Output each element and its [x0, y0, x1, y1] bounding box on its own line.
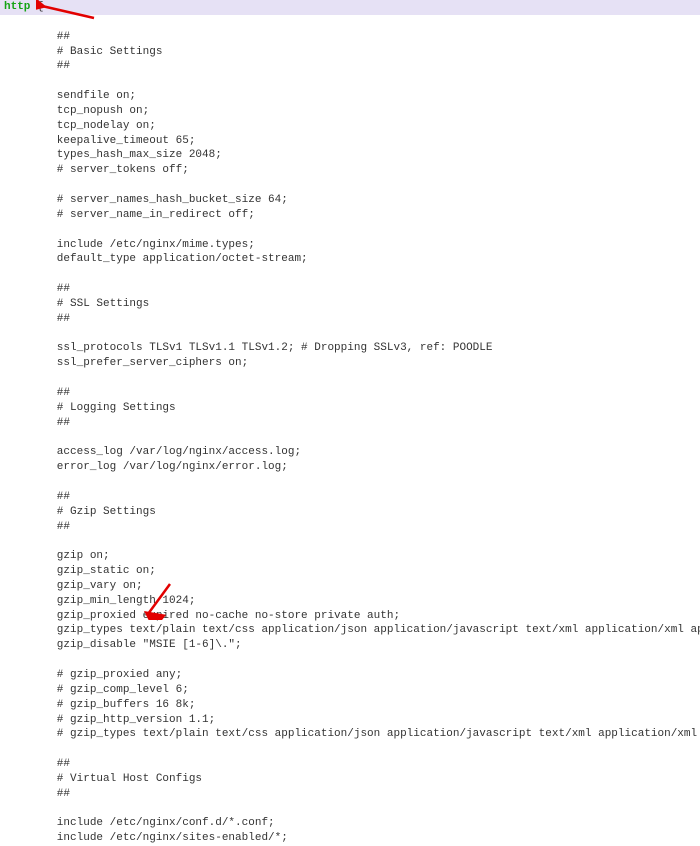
- code-line: # SSL Settings: [0, 297, 700, 312]
- code-line: ##: [0, 757, 700, 772]
- code-line: gzip_vary on;: [0, 579, 700, 594]
- code-line: default_type application/octet-stream;: [0, 252, 700, 267]
- code-line: ##: [0, 416, 700, 431]
- code-line: tcp_nopush on;: [0, 104, 700, 119]
- code-line: # gzip_http_version 1.1;: [0, 713, 700, 728]
- code-line: # server_tokens off;: [0, 163, 700, 178]
- code-line: [0, 742, 700, 757]
- code-line: # Virtual Host Configs: [0, 772, 700, 787]
- code-line: [0, 802, 700, 817]
- code-line: [0, 534, 700, 549]
- code-line: ##: [0, 282, 700, 297]
- code-line: ##: [0, 386, 700, 401]
- code-line: [0, 475, 700, 490]
- code-line: types_hash_max_size 2048;: [0, 148, 700, 163]
- code-line: gzip_static on;: [0, 564, 700, 579]
- code-line: gzip_types text/plain text/css applicati…: [0, 623, 700, 638]
- code-line: # gzip_comp_level 6;: [0, 683, 700, 698]
- code-line: # gzip_proxied any;: [0, 668, 700, 683]
- code-line: [0, 223, 700, 238]
- code-line: tcp_nodelay on;: [0, 119, 700, 134]
- code-line: [0, 327, 700, 342]
- code-body: ## # Basic Settings ## sendfile on; tcp_…: [0, 15, 700, 846]
- code-line: include /etc/nginx/conf.d/*.conf;: [0, 816, 700, 831]
- code-line: gzip_min_length 1024;: [0, 594, 700, 609]
- code-line: ##: [0, 520, 700, 535]
- code-line: [0, 178, 700, 193]
- code-line: ##: [0, 787, 700, 802]
- code-line: # Gzip Settings: [0, 505, 700, 520]
- code-line: ##: [0, 490, 700, 505]
- code-line: [0, 653, 700, 668]
- code-line: gzip_proxied expired no-cache no-store p…: [0, 609, 700, 624]
- code-editor: http { ## # Basic Settings ## sendfile o…: [0, 0, 700, 846]
- code-line: [0, 74, 700, 89]
- code-line-http: http {: [0, 0, 700, 15]
- code-line: ##: [0, 30, 700, 45]
- code-line: # server_name_in_redirect off;: [0, 208, 700, 223]
- keyword-http: http: [4, 1, 30, 13]
- code-line: ##: [0, 312, 700, 327]
- code-line: # gzip_buffers 16 8k;: [0, 698, 700, 713]
- code-line: # gzip_types text/plain text/css applica…: [0, 727, 700, 742]
- code-line: include /etc/nginx/mime.types;: [0, 238, 700, 253]
- code-line: [0, 371, 700, 386]
- code-line: access_log /var/log/nginx/access.log;: [0, 445, 700, 460]
- brace-open: {: [30, 1, 43, 13]
- code-line: error_log /var/log/nginx/error.log;: [0, 460, 700, 475]
- code-line: [0, 267, 700, 282]
- code-line: ssl_protocols TLSv1 TLSv1.1 TLSv1.2; # D…: [0, 341, 700, 356]
- code-line: ssl_prefer_server_ciphers on;: [0, 356, 700, 371]
- code-line: # server_names_hash_bucket_size 64;: [0, 193, 700, 208]
- code-line: # Basic Settings: [0, 45, 700, 60]
- code-line: # Logging Settings: [0, 401, 700, 416]
- code-line: [0, 430, 700, 445]
- code-line: gzip_disable "MSIE [1-6]\.";: [0, 638, 700, 653]
- code-line: keepalive_timeout 65;: [0, 134, 700, 149]
- code-line: [0, 15, 700, 30]
- code-line: ##: [0, 59, 700, 74]
- code-line: include /etc/nginx/sites-enabled/*;: [0, 831, 700, 846]
- code-line: gzip on;: [0, 549, 700, 564]
- code-line: sendfile on;: [0, 89, 700, 104]
